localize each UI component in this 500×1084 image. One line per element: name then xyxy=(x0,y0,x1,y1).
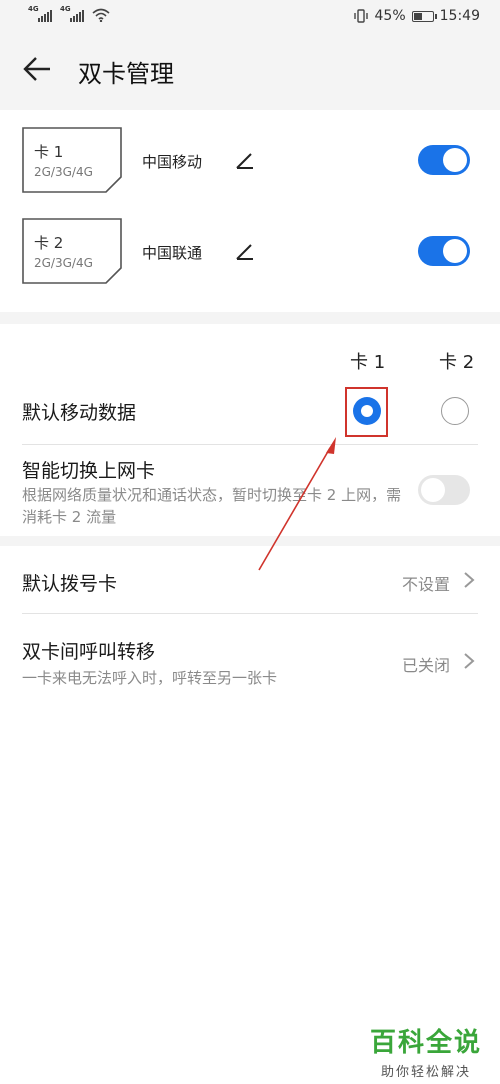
chevron-right-icon xyxy=(464,653,475,669)
smart-switch-description: 根据网络质量状况和通话状态，暂时切换至卡 2 上网，需消耗卡 2 流量 xyxy=(22,486,402,526)
sim-card-2-toggle[interactable] xyxy=(418,236,470,266)
sim-row-2: 卡 2 2G/3G/4G 中国联通 xyxy=(0,218,500,298)
battery-icon xyxy=(411,10,437,22)
wifi-icon xyxy=(92,8,110,22)
toggle-knob xyxy=(421,478,445,502)
call-forward-label: 双卡间呼叫转移 xyxy=(22,641,156,663)
back-arrow-icon[interactable] xyxy=(22,52,56,86)
annotation-highlight-box xyxy=(345,387,388,437)
sim-card-1-network: 2G/3G/4G xyxy=(34,165,93,179)
sim-card-2-name: 卡 2 xyxy=(34,234,64,252)
column-header-sim1: 卡 1 xyxy=(350,352,386,373)
divider xyxy=(22,444,478,445)
watermark-title: 百科全说 xyxy=(369,1028,482,1058)
app-bar: 双卡管理 xyxy=(0,36,500,102)
sim-card-2-icon: 卡 2 2G/3G/4G xyxy=(22,218,122,284)
sim-row-1: 卡 1 2G/3G/4G 中国移动 xyxy=(0,127,500,207)
sim-card-1-carrier: 中国移动 xyxy=(142,153,203,171)
section-gap xyxy=(0,102,500,110)
sim-card-1-icon: 卡 1 2G/3G/4G xyxy=(22,127,122,193)
call-forward-value: 已关闭 xyxy=(402,656,451,675)
call-forward-description: 一卡来电无法呼入时，呼转至另一张卡 xyxy=(22,669,278,687)
cell-signal-2-icon: 4G xyxy=(60,5,84,22)
section-gap xyxy=(0,536,500,546)
column-header-sim2: 卡 2 xyxy=(439,352,475,373)
watermark-subtitle: 助你轻松解决 xyxy=(380,1065,471,1080)
toggle-knob xyxy=(443,239,467,263)
smart-switch-toggle[interactable] xyxy=(418,475,470,505)
divider xyxy=(22,613,478,614)
sim-card-1-name: 卡 1 xyxy=(34,143,64,161)
clock: 15:49 xyxy=(439,8,480,24)
toggle-knob xyxy=(443,148,467,172)
sim-card-2-carrier: 中国联通 xyxy=(142,244,203,262)
default-data-label: 默认移动数据 xyxy=(22,402,137,424)
cell-signal-1-icon: 4G xyxy=(28,5,52,22)
default-dial-label: 默认拨号卡 xyxy=(22,573,118,595)
default-dial-value: 不设置 xyxy=(402,575,451,594)
edit-icon[interactable] xyxy=(234,240,256,262)
battery-percent: 45% xyxy=(374,8,406,24)
section-gap xyxy=(0,312,500,324)
vibrate-icon xyxy=(353,9,368,23)
chevron-right-icon xyxy=(464,572,475,588)
smart-switch-label: 智能切换上网卡 xyxy=(22,460,156,482)
status-bar: 4G 4G 45% 15:49 xyxy=(0,0,500,36)
default-data-sim2-radio[interactable] xyxy=(441,397,469,425)
sim-card-1-toggle[interactable] xyxy=(418,145,470,175)
sim-card-2-network: 2G/3G/4G xyxy=(34,256,93,270)
watermark-logo: 百科全说 助你轻松解决 xyxy=(370,1022,482,1080)
page-title: 双卡管理 xyxy=(78,60,174,88)
edit-icon[interactable] xyxy=(234,149,256,171)
